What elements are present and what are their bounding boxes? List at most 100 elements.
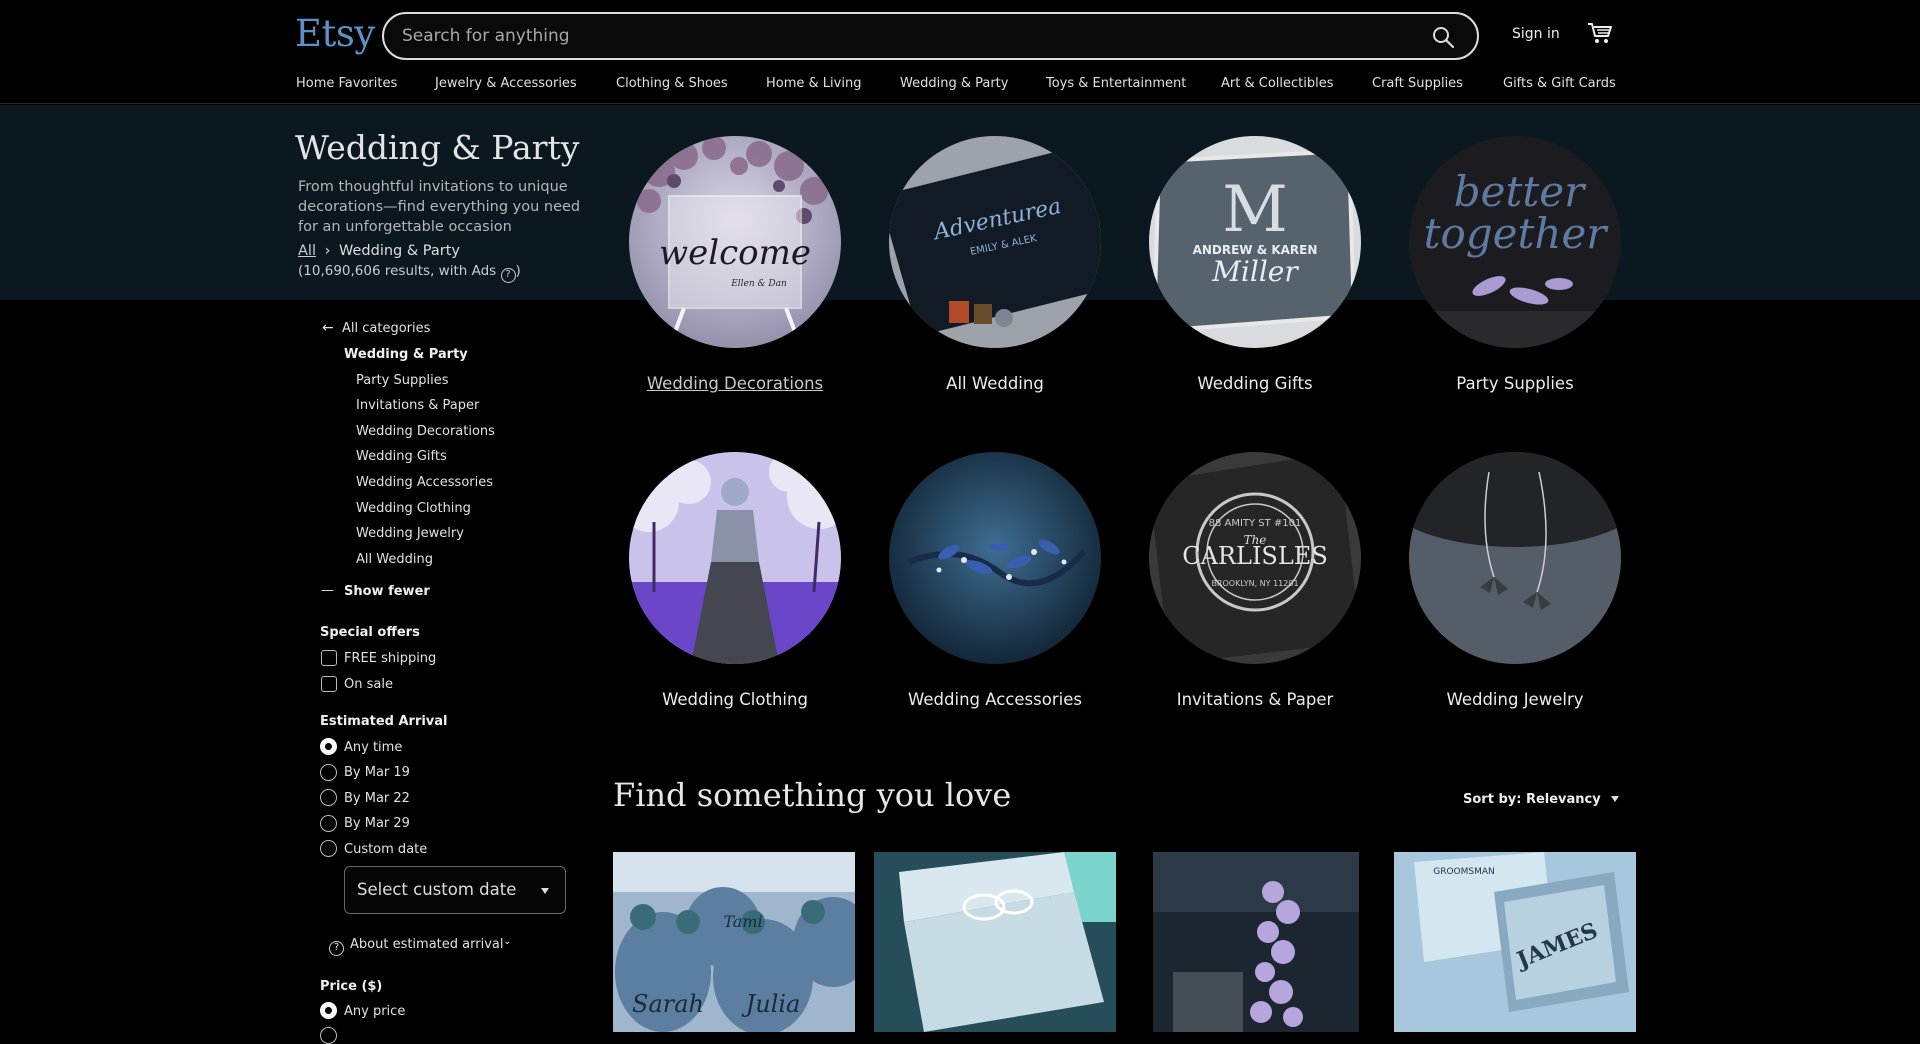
subcategory-party-supplies[interactable]: Party Supplies (356, 373, 448, 388)
cart-icon[interactable] (1587, 21, 1613, 45)
results-count-text: (10,690,606 results, with Ads (298, 263, 497, 279)
nav-jewelry-accessories[interactable]: Jewelry & Accessories (435, 76, 577, 91)
category-wedding-decorations[interactable]: welcome Ellen & Dan Wedding Decorations (629, 136, 841, 393)
listing-section-title: Find something you love (613, 776, 1012, 814)
product-name-text: Sarah (632, 990, 704, 1018)
category-invitations-paper[interactable]: 88 AMITY ST #101 The CARLISLES BROOKLYN,… (1149, 452, 1361, 709)
monogram-last-name: Miller (1211, 255, 1299, 288)
category-label[interactable]: Invitations & Paper (1149, 690, 1361, 709)
category-image (629, 452, 841, 664)
question-circle-icon: ? (329, 937, 344, 956)
results-count-close: ) (515, 263, 521, 279)
subcategory-invitations-paper[interactable]: Invitations & Paper (356, 398, 479, 413)
subcategory-wedding-gifts[interactable]: Wedding Gifts (356, 449, 447, 464)
chevron-down-icon (541, 888, 549, 894)
search-icon[interactable] (1431, 25, 1455, 49)
welcome-sign-names: Ellen & Dan (730, 279, 787, 289)
on-sale-checkbox[interactable] (321, 676, 337, 692)
category-label[interactable]: Wedding Jewelry (1409, 690, 1621, 709)
arrival-option-label[interactable]: By Mar 19 (344, 765, 410, 780)
product-label-text: GROOMSMAN (1433, 867, 1495, 877)
category-image: better together (1409, 136, 1621, 348)
sort-dropdown[interactable]: Sort by: Relevancy (1463, 792, 1619, 807)
arrival-custom-date-radio[interactable] (320, 840, 337, 857)
free-shipping-label[interactable]: FREE shipping (344, 651, 436, 666)
category-wedding-jewelry[interactable]: Wedding Jewelry (1409, 452, 1621, 709)
product-card[interactable]: JAMES GROOMSMAN (1394, 852, 1636, 1032)
nav-home-living[interactable]: Home & Living (766, 76, 861, 91)
product-image: JAMES GROOMSMAN (1394, 852, 1636, 1032)
category-label[interactable]: All Wedding (889, 374, 1101, 393)
current-category[interactable]: Wedding & Party (344, 347, 468, 362)
price-option-radio[interactable] (320, 1027, 337, 1044)
arrival-option-label[interactable]: Custom date (344, 842, 427, 857)
ads-help-icon[interactable]: ? (500, 268, 516, 283)
category-nav: Home Favorites Jewelry & Accessories Clo… (0, 76, 1920, 100)
breadcrumb-separator: › (324, 243, 331, 259)
arrival-mar-22-radio[interactable] (320, 789, 337, 806)
custom-date-select-label: Select custom date (357, 880, 517, 899)
search-bar[interactable] (382, 12, 1479, 60)
product-card[interactable] (1153, 852, 1359, 1032)
category-label[interactable]: Wedding Gifts (1149, 374, 1361, 393)
subcategory-all-wedding[interactable]: All Wedding (356, 552, 433, 567)
category-wedding-gifts[interactable]: M ANDREW & KAREN Miller Wedding Gifts (1149, 136, 1361, 393)
subcategory-wedding-accessories[interactable]: Wedding Accessories (356, 475, 493, 490)
category-label[interactable]: Wedding Clothing (629, 690, 841, 709)
arrival-option-label[interactable]: Any time (344, 740, 402, 755)
nav-craft-supplies[interactable]: Craft Supplies (1372, 76, 1463, 91)
on-sale-label[interactable]: On sale (344, 677, 393, 692)
minus-icon: — (321, 583, 334, 598)
breadcrumb-all-link[interactable]: All (298, 243, 316, 259)
etsy-logo[interactable]: Etsy (295, 12, 375, 55)
sign-in-link[interactable]: Sign in (1512, 26, 1560, 42)
category-all-wedding[interactable]: Adventurea EMILY & ALEK All Wedding (889, 136, 1101, 393)
category-wedding-clothing[interactable]: Wedding Clothing (629, 452, 841, 709)
breadcrumb-current: Wedding & Party (339, 243, 460, 259)
arrival-mar-19-radio[interactable] (320, 764, 337, 781)
nav-wedding-party[interactable]: Wedding & Party (900, 76, 1008, 91)
nav-clothing-shoes[interactable]: Clothing & Shoes (616, 76, 728, 91)
arrival-option-label[interactable]: By Mar 29 (344, 816, 410, 831)
stamp-bottom-text: BROOKLYN, NY 11201 (1211, 579, 1298, 588)
arrival-any-time-radio[interactable] (320, 738, 337, 755)
category-label[interactable]: Party Supplies (1409, 374, 1621, 393)
custom-date-select[interactable]: Select custom date (344, 866, 566, 914)
category-image (889, 452, 1101, 664)
nav-toys-entertainment[interactable]: Toys & Entertainment (1046, 76, 1186, 91)
nav-home-favorites[interactable]: Home Favorites (296, 76, 397, 91)
welcome-sign-text: welcome (659, 233, 811, 273)
nav-gifts-gift-cards[interactable]: Gifts & Gift Cards (1503, 76, 1616, 91)
back-arrow-icon[interactable]: ← (322, 320, 334, 336)
sort-label: Sort by: Relevancy (1463, 792, 1601, 807)
arrival-mar-29-radio[interactable] (320, 815, 337, 832)
product-image (874, 852, 1116, 1032)
category-wedding-accessories[interactable]: Wedding Accessories (889, 452, 1101, 709)
subcategory-wedding-clothing[interactable]: Wedding Clothing (356, 501, 471, 516)
subcategory-wedding-decorations[interactable]: Wedding Decorations (356, 424, 495, 439)
nav-art-collectibles[interactable]: Art & Collectibles (1221, 76, 1333, 91)
arrival-option-label[interactable]: By Mar 22 (344, 791, 410, 806)
caret-down-icon (1610, 796, 1619, 802)
free-shipping-checkbox[interactable] (321, 650, 337, 666)
price-option-label[interactable]: Any price (344, 1004, 405, 1019)
category-image: M ANDREW & KAREN Miller (1149, 136, 1361, 348)
product-name-text: Julia (741, 990, 801, 1018)
chevron-down-icon[interactable]: ⌄ (503, 936, 511, 947)
all-categories-link[interactable]: All categories (342, 321, 430, 336)
about-arrival-link[interactable]: About estimated arrival (350, 937, 503, 952)
price-heading: Price ($) (320, 979, 383, 994)
results-count: (10,690,606 results, with Ads ?) (298, 263, 521, 283)
monogram-letter: M (1222, 173, 1288, 247)
category-label[interactable]: Wedding Decorations (629, 374, 841, 393)
product-card[interactable]: Sarah Julia Tami (613, 852, 855, 1032)
product-card[interactable] (874, 852, 1116, 1032)
category-party-supplies[interactable]: better together Party Supplies (1409, 136, 1621, 393)
special-offers-heading: Special offers (320, 625, 420, 640)
subcategory-wedding-jewelry[interactable]: Wedding Jewelry (356, 526, 464, 541)
price-any-radio[interactable] (320, 1002, 337, 1019)
search-input[interactable] (402, 24, 1382, 48)
show-fewer-button[interactable]: Show fewer (344, 584, 430, 599)
category-label[interactable]: Wedding Accessories (889, 690, 1101, 709)
product-image (1153, 852, 1359, 1032)
